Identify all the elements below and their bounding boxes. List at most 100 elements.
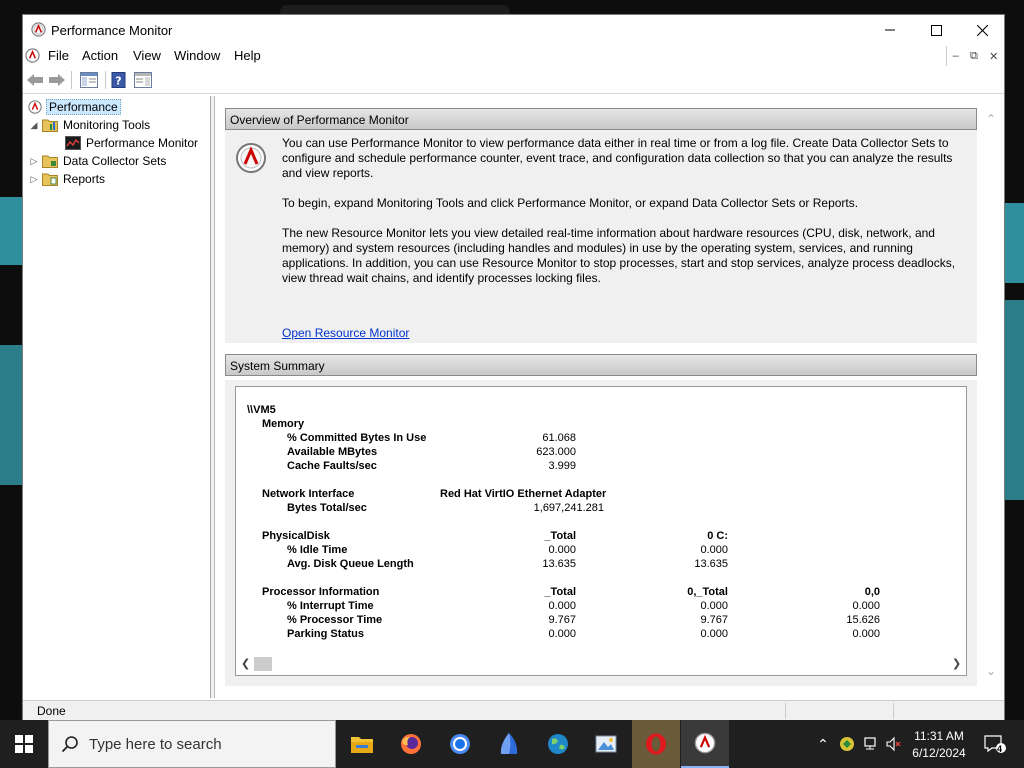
horizontal-scrollbar[interactable]: ❮ ❯ bbox=[236, 653, 966, 675]
minimize-icon bbox=[885, 29, 895, 31]
status-text: Done bbox=[37, 704, 66, 718]
taskbar-image-app[interactable] bbox=[583, 720, 631, 768]
start-button[interactable] bbox=[0, 720, 48, 768]
tray-volume[interactable] bbox=[882, 720, 904, 768]
window-title: Performance Monitor bbox=[51, 23, 173, 38]
show-hidden-icons-button[interactable]: ⌃ bbox=[812, 720, 834, 768]
chevron-right-icon[interactable]: ▷ bbox=[29, 156, 39, 167]
menu-file[interactable]: File bbox=[48, 48, 69, 63]
machine-name: \\VM5 bbox=[247, 404, 276, 416]
tray-badge-icon bbox=[840, 737, 854, 751]
chevron-right-icon[interactable]: ▷ bbox=[29, 174, 39, 185]
search-icon bbox=[61, 736, 78, 753]
taskbar-clock[interactable]: 11:31 AM 6/12/2024 bbox=[902, 728, 976, 762]
show-hide-console-tree-button[interactable] bbox=[79, 71, 99, 89]
performance-monitor-window: Performance Monitor File Action View Win… bbox=[22, 14, 1005, 720]
menu-view[interactable]: View bbox=[133, 48, 161, 63]
mdi-close-icon[interactable]: ✕ bbox=[989, 50, 998, 63]
overview-header[interactable]: Overview of Performance Monitor bbox=[225, 108, 977, 130]
menu-bar: File Action View Window Help – ⧉ ✕ bbox=[23, 45, 1004, 67]
folder-icon bbox=[42, 155, 58, 168]
mdi-controls: – ⧉ ✕ bbox=[946, 46, 1004, 66]
chevron-down-icon[interactable]: ◢ bbox=[29, 120, 39, 131]
counter-value: 61.068 bbox=[542, 432, 576, 444]
show-hide-action-pane-button[interactable] bbox=[133, 71, 153, 89]
maximize-icon bbox=[930, 24, 942, 36]
folder-chart-icon bbox=[42, 119, 58, 132]
scroll-up-icon[interactable]: ⌃ bbox=[986, 112, 996, 126]
counter-value: 0.000 bbox=[548, 544, 576, 556]
menu-help[interactable]: Help bbox=[234, 48, 261, 63]
toolbar: ? bbox=[23, 67, 1004, 94]
tray-network-app[interactable] bbox=[836, 720, 858, 768]
counter-name: Bytes Total/sec bbox=[287, 502, 367, 514]
counter-name: % Idle Time bbox=[287, 544, 348, 556]
tree-item-monitoring-tools[interactable]: ◢ Monitoring Tools bbox=[29, 117, 152, 133]
mdi-minimize-icon[interactable]: – bbox=[953, 50, 959, 62]
network-icon bbox=[864, 737, 876, 750]
taskbar-file-explorer[interactable] bbox=[338, 720, 386, 768]
counter-name: % Committed Bytes In Use bbox=[287, 432, 427, 444]
tree-item-performance-monitor[interactable]: Performance Monitor bbox=[65, 135, 200, 151]
console-tree-icon bbox=[80, 72, 98, 88]
tree-item-data-collector-sets[interactable]: ▷ Data Collector Sets bbox=[29, 153, 168, 169]
overview-section: You can use Performance Monitor to view … bbox=[225, 130, 977, 343]
scroll-left-icon[interactable]: ❮ bbox=[241, 657, 250, 670]
globe-icon bbox=[548, 734, 568, 754]
tree-item-reports[interactable]: ▷ Reports bbox=[29, 171, 107, 187]
counter-value: 1,697,241.281 bbox=[533, 502, 604, 514]
minimize-button[interactable] bbox=[867, 15, 913, 45]
desktop-left bbox=[0, 0, 22, 720]
counter-value: 15.626 bbox=[846, 614, 880, 626]
counter-value: 13.635 bbox=[542, 558, 576, 570]
file-explorer-icon bbox=[351, 737, 373, 753]
search-placeholder: Type here to search bbox=[89, 735, 222, 753]
close-button[interactable] bbox=[959, 15, 1005, 45]
taskbar-chrome[interactable] bbox=[436, 720, 484, 768]
scroll-right-icon[interactable]: ❯ bbox=[952, 657, 961, 670]
taskbar-app-blue[interactable] bbox=[485, 720, 533, 768]
counter-value: 0.000 bbox=[548, 628, 576, 640]
system-menu-icon[interactable] bbox=[25, 48, 40, 66]
clock-time: 11:31 AM bbox=[914, 729, 964, 743]
help-button[interactable]: ? bbox=[109, 71, 129, 89]
back-arrow-icon bbox=[27, 74, 43, 86]
taskbar-search-box[interactable]: Type here to search bbox=[48, 720, 336, 768]
vertical-scrollbar[interactable]: ⌃ ⌄ bbox=[981, 96, 1003, 696]
disk-col-total: _Total bbox=[544, 530, 576, 542]
system-summary-header[interactable]: System Summary bbox=[225, 354, 977, 376]
title-bar[interactable]: Performance Monitor bbox=[23, 15, 1004, 45]
taskbar-globe-app[interactable] bbox=[534, 720, 582, 768]
counter-value: 0.000 bbox=[700, 544, 728, 556]
scroll-down-icon[interactable]: ⌄ bbox=[986, 664, 996, 678]
counter-value: 13.635 bbox=[694, 558, 728, 570]
maximize-button[interactable] bbox=[913, 15, 959, 45]
taskbar-performance-monitor[interactable] bbox=[681, 720, 729, 768]
system-summary-panel[interactable]: \\VM5 Memory % Committed Bytes In Use 61… bbox=[235, 386, 967, 676]
taskbar-opera[interactable] bbox=[632, 720, 680, 768]
counter-name: Parking Status bbox=[287, 628, 365, 640]
open-resource-monitor-link[interactable]: Open Resource Monitor bbox=[282, 326, 409, 340]
tree-label: Data Collector Sets bbox=[63, 154, 167, 168]
notifications-button[interactable]: 4 bbox=[980, 720, 1010, 768]
back-button[interactable] bbox=[25, 71, 45, 89]
tree-item-performance[interactable]: Performance bbox=[27, 99, 121, 115]
counter-value: 3.999 bbox=[548, 460, 576, 472]
notification-count: 4 bbox=[997, 744, 1003, 754]
windows-logo-icon bbox=[15, 735, 33, 753]
counter-value: 9.767 bbox=[548, 614, 576, 626]
perfmon-icon bbox=[28, 100, 42, 114]
processor-col-0-0: 0,0 bbox=[864, 586, 880, 598]
notification-icon bbox=[984, 735, 1006, 753]
scroll-thumb[interactable] bbox=[254, 657, 272, 671]
desktop-top bbox=[0, 0, 1024, 22]
mdi-restore-icon[interactable]: ⧉ bbox=[970, 50, 978, 63]
forward-button[interactable] bbox=[47, 71, 67, 89]
menu-action[interactable]: Action bbox=[82, 48, 118, 63]
counter-value: 0.000 bbox=[548, 600, 576, 612]
taskbar-firefox[interactable] bbox=[387, 720, 435, 768]
menu-window[interactable]: Window bbox=[174, 48, 220, 63]
close-icon bbox=[976, 24, 988, 36]
tray-network[interactable] bbox=[860, 720, 882, 768]
network-adapter-name: Red Hat VirtIO Ethernet Adapter bbox=[440, 488, 607, 500]
